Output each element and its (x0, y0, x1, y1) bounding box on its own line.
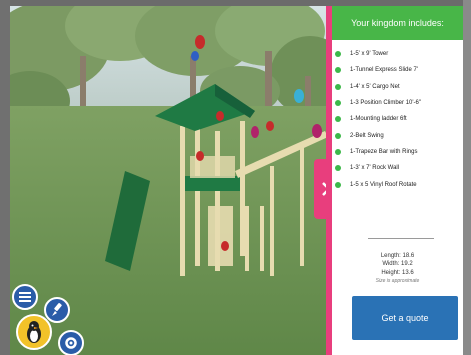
dimensions-block: Length: 18.6 Width: 19.2 Height: 13.6 Si… (332, 252, 463, 285)
bullet-icon (335, 67, 341, 74)
window-frame-right (463, 0, 471, 355)
app-window: Your kingdom includes: 1-5' x 9' Tower 1… (0, 0, 471, 355)
item-label: 1-5 x 5 Vinyl Roof Rotate (350, 181, 417, 188)
item-label: 1-Tunnel Express Slide 7' (350, 67, 418, 74)
divider (368, 238, 434, 239)
item-label: 1-3' x 7' Rock Wall (350, 165, 400, 172)
list-item: 1-4' x 5' Cargo Net (332, 79, 463, 95)
list-item: 1-5' x 9' Tower (332, 46, 463, 62)
list-item: 1-Tunnel Express Slide 7' (332, 62, 463, 78)
list-item: 1-3' x 7' Rock Wall (332, 160, 463, 176)
gear-icon (65, 337, 77, 349)
bullet-icon (335, 116, 341, 123)
included-items-list: 1-5' x 9' Tower 1-Tunnel Express Slide 7… (332, 46, 463, 193)
bullet-icon (335, 165, 341, 172)
width-value: Width: 19.2 (382, 261, 413, 268)
bullet-icon (335, 148, 341, 155)
list-item: 2-Belt Swing (332, 127, 463, 143)
menu-button[interactable] (12, 284, 38, 310)
kingdom-summary-panel: Your kingdom includes: 1-5' x 9' Tower 1… (332, 6, 463, 355)
item-label: 2-Belt Swing (350, 132, 384, 139)
bullet-icon (335, 83, 341, 90)
paint-brush-icon (52, 303, 62, 316)
menu-icon (19, 292, 31, 302)
item-label: 1-Mounting ladder 6ft (350, 116, 407, 123)
mascot-button[interactable] (16, 314, 52, 350)
bullet-icon (335, 132, 341, 139)
list-item: 1-Mounting ladder 6ft (332, 111, 463, 127)
paint-button[interactable] (44, 297, 70, 323)
bullet-icon (335, 51, 341, 58)
panel-header: Your kingdom includes: (332, 6, 463, 40)
item-label: 1-3 Position Climber 10'-6" (350, 100, 421, 107)
bullet-icon (335, 181, 341, 188)
item-label: 1-Trapeze Bar with Rings (350, 148, 418, 155)
get-quote-button[interactable]: Get a quote (352, 296, 458, 340)
list-item: 1-Trapeze Bar with Rings (332, 144, 463, 160)
settings-button[interactable] (58, 330, 84, 355)
item-label: 1-5' x 9' Tower (350, 51, 389, 58)
length-value: Length: 18.6 (380, 253, 415, 259)
item-label: 1-4' x 5' Cargo Net (350, 83, 400, 90)
size-note: Size is approximate (375, 277, 420, 284)
height-value: Height: 13.6 (381, 269, 414, 276)
list-item: 1-3 Position Climber 10'-6" (332, 95, 463, 111)
bullet-icon (335, 100, 341, 107)
list-item: 1-5 x 5 Vinyl Roof Rotate (332, 176, 463, 192)
window-frame-left (0, 0, 10, 355)
penguin-mascot-icon (27, 321, 41, 343)
